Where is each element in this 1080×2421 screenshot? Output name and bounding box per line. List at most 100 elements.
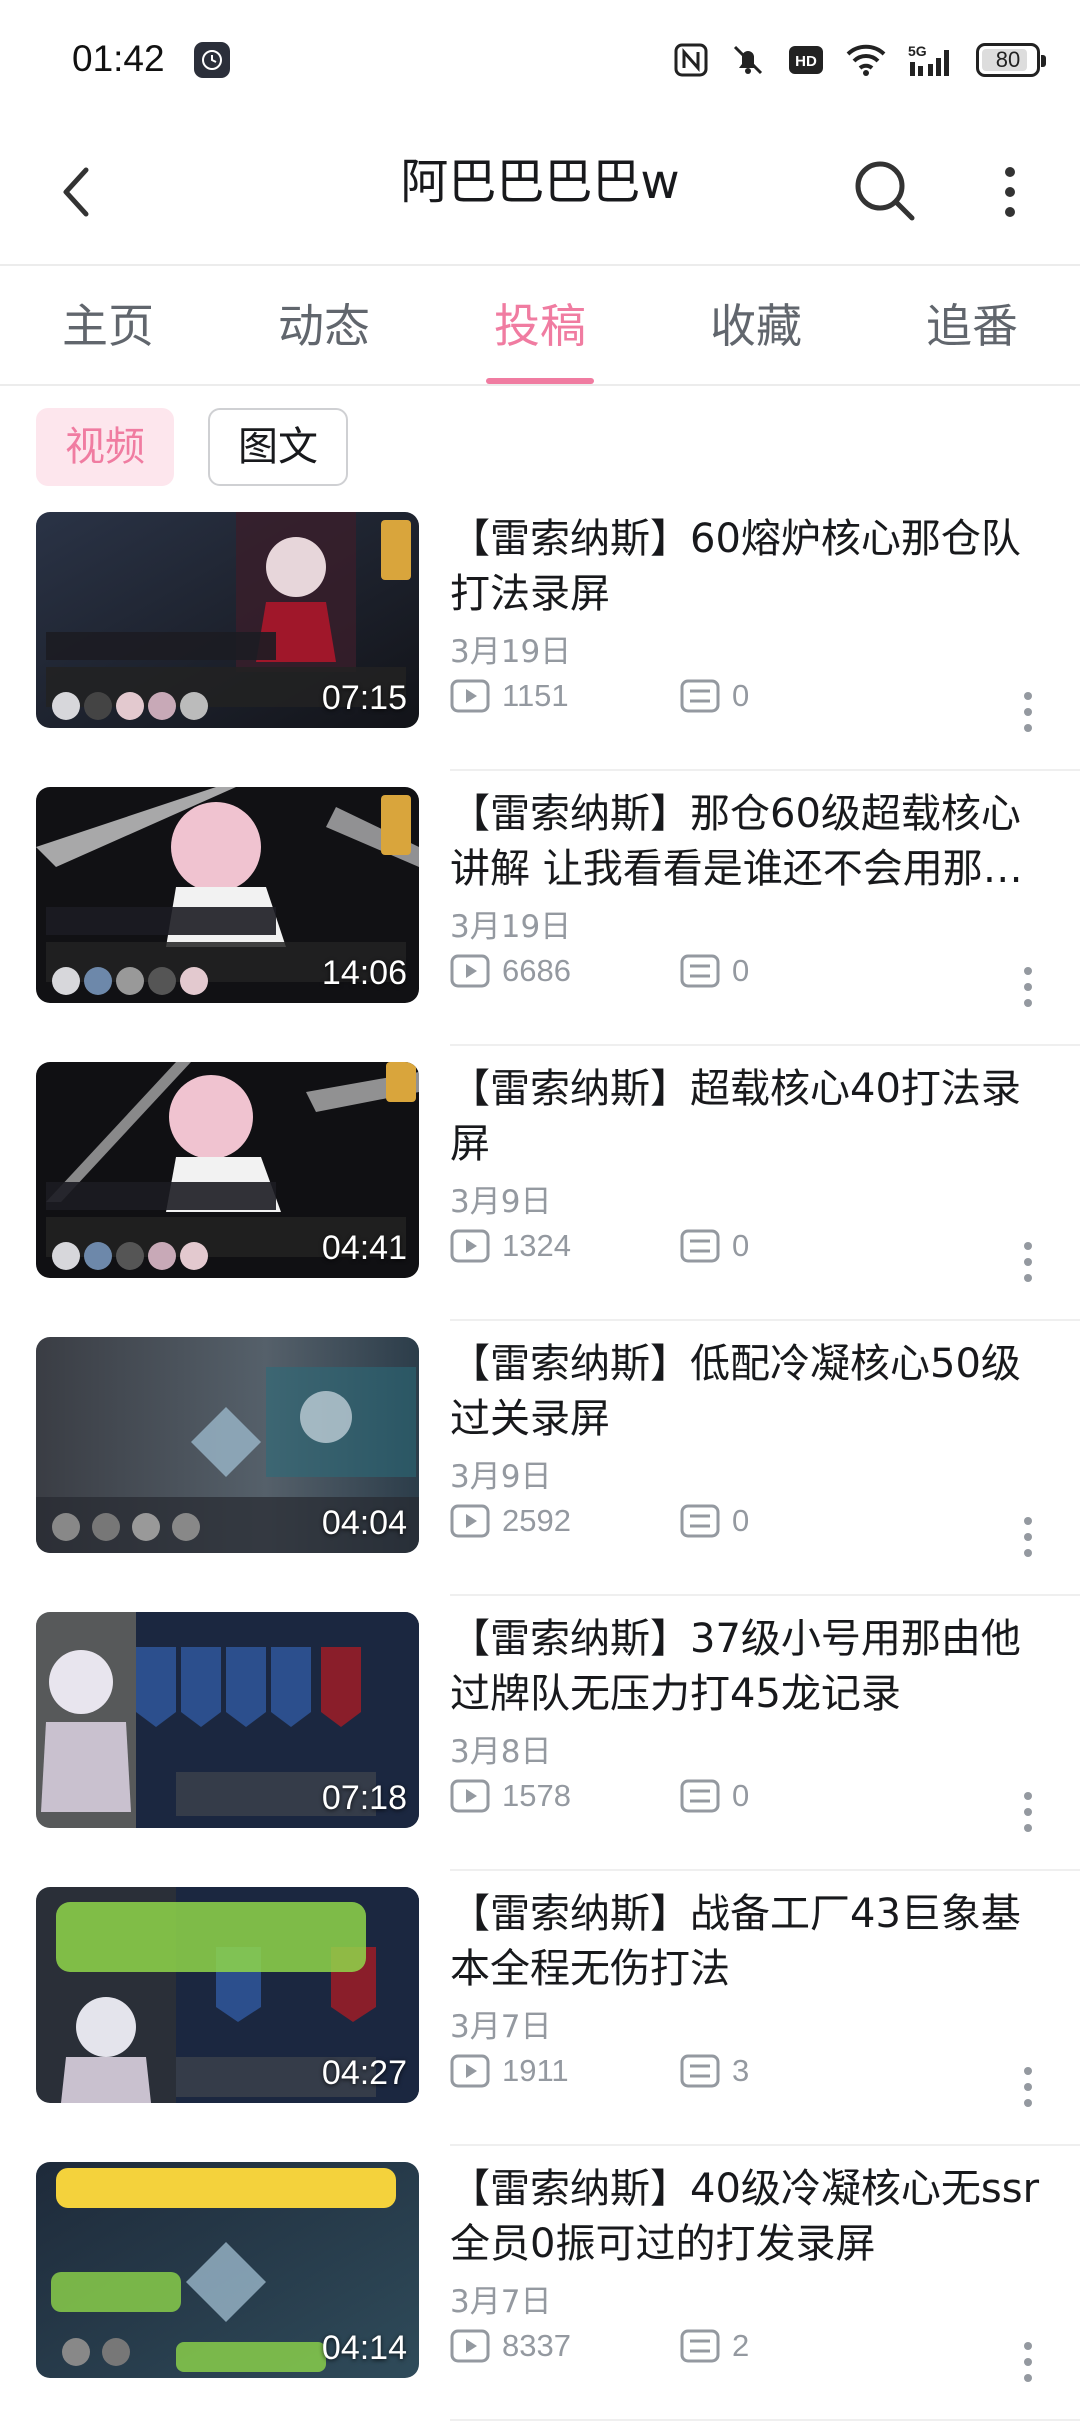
- video-date: 3月8日: [450, 1734, 552, 1770]
- comment-count-icon: [680, 2329, 720, 2363]
- video-duration: 04:04: [321, 1504, 407, 1542]
- play-count: 2592: [450, 1501, 571, 1541]
- video-thumbnail[interactable]: 04:14: [36, 2162, 419, 2378]
- tab-dynamic[interactable]: 动态: [216, 266, 432, 386]
- video-duration: 04:27: [321, 2054, 407, 2092]
- item-more-button[interactable]: [1008, 959, 1048, 1019]
- video-date: 3月19日: [450, 909, 572, 945]
- video-duration: 14:06: [321, 954, 407, 992]
- video-thumbnail[interactable]: 07:15: [36, 512, 419, 728]
- status-time: 01:42: [72, 38, 165, 79]
- video-thumbnail[interactable]: 04:41: [36, 1062, 419, 1278]
- list-item[interactable]: 04:41 【雷索纳斯】超载核心40打法录屏 3月9日 1324 0: [0, 1046, 1080, 1321]
- more-vertical-icon: [1024, 967, 1032, 1007]
- play-count-value: 1578: [502, 1778, 571, 1813]
- content-type-filter: 视频 图文: [0, 386, 1080, 496]
- comment-count: 2: [680, 2326, 749, 2366]
- play-count-icon: [450, 954, 490, 988]
- status-bar: 01:42 HD 5G 80: [0, 0, 1080, 120]
- play-count-icon: [450, 1229, 490, 1263]
- play-count-icon: [450, 1504, 490, 1538]
- video-date: 3月7日: [450, 2284, 552, 2320]
- video-date: 3月19日: [450, 634, 572, 670]
- play-count: 1324: [450, 1226, 571, 1266]
- video-thumbnail[interactable]: 14:06: [36, 787, 419, 1003]
- play-count: 6686: [450, 951, 571, 991]
- tab-bangumi[interactable]: 追番: [864, 266, 1080, 386]
- play-count: 1151: [450, 676, 569, 716]
- comment-count-icon: [680, 2054, 720, 2088]
- item-more-button[interactable]: [1008, 2334, 1048, 2394]
- video-title[interactable]: 【雷索纳斯】60熔炉核心那仓队打法录屏: [450, 512, 1050, 622]
- play-count-value: 1151: [502, 678, 569, 713]
- comment-count: 0: [680, 1776, 749, 1816]
- tab-uploads[interactable]: 投稿: [432, 266, 648, 386]
- video-title[interactable]: 【雷索纳斯】战备工厂43巨象基本全程无伤打法: [450, 1887, 1050, 1997]
- item-more-button[interactable]: [1008, 2059, 1048, 2119]
- video-title[interactable]: 【雷索纳斯】低配冷凝核心50级过关录屏: [450, 1337, 1050, 1447]
- back-button[interactable]: [40, 152, 120, 232]
- tab-home[interactable]: 主页: [0, 266, 216, 386]
- video-date: 3月7日: [450, 2009, 552, 2045]
- comment-count-icon: [680, 954, 720, 988]
- list-item[interactable]: 07:15 【雷索纳斯】60熔炉核心那仓队打法录屏 3月19日 1151 0: [0, 496, 1080, 771]
- video-date: 3月9日: [450, 1459, 552, 1495]
- play-count: 1911: [450, 2051, 569, 2091]
- video-title[interactable]: 【雷索纳斯】37级小号用那由他过牌队无压力打45龙记录: [450, 1612, 1050, 1722]
- top-bar: 阿巴巴巴巴w: [0, 120, 1080, 264]
- comment-count: 3: [680, 2051, 749, 2091]
- comment-count-icon: [680, 1779, 720, 1813]
- list-item[interactable]: 07:18 【雷索纳斯】37级小号用那由他过牌队无压力打45龙记录 3月8日 1…: [0, 1596, 1080, 1871]
- status-icons: HD 5G 80: [674, 38, 1046, 82]
- more-vertical-icon: [1024, 1517, 1032, 1557]
- more-options-button[interactable]: [976, 148, 1044, 236]
- more-vertical-icon: [1024, 1792, 1032, 1832]
- play-count-value: 8337: [502, 2328, 571, 2363]
- more-vertical-icon: [1024, 1242, 1032, 1282]
- active-tab-indicator: [486, 378, 594, 384]
- video-thumbnail[interactable]: 07:18: [36, 1612, 419, 1828]
- more-vertical-icon: [1024, 692, 1032, 732]
- svg-text:HD: HD: [795, 53, 817, 70]
- comment-count: 0: [680, 1226, 749, 1266]
- filter-video-chip[interactable]: 视频: [36, 408, 174, 486]
- video-title[interactable]: 【雷索纳斯】那仓60级超载核心讲解 让我看看是谁还不会用那…: [450, 787, 1050, 897]
- list-item[interactable]: 04:27 【雷索纳斯】战备工厂43巨象基本全程无伤打法 3月7日 1911 3: [0, 1871, 1080, 2146]
- profile-tabs: 主页 动态 投稿 收藏 追番: [0, 264, 1080, 386]
- play-count-value: 6686: [502, 953, 571, 988]
- comment-count-value: 0: [732, 1503, 750, 1538]
- more-vertical-icon: [1024, 2067, 1032, 2107]
- tab-favorites[interactable]: 收藏: [648, 266, 864, 386]
- battery-level: 80: [995, 47, 1021, 72]
- comment-count: 0: [680, 1501, 749, 1541]
- more-vertical-icon: [1005, 167, 1015, 217]
- item-more-button[interactable]: [1008, 1234, 1048, 1294]
- item-more-button[interactable]: [1008, 1509, 1048, 1569]
- search-button[interactable]: [840, 148, 928, 236]
- item-more-button[interactable]: [1008, 684, 1048, 744]
- item-more-button[interactable]: [1008, 1784, 1048, 1844]
- filter-article-chip[interactable]: 图文: [208, 408, 348, 486]
- comment-count-value: 0: [732, 953, 750, 988]
- play-count-icon: [450, 2054, 490, 2088]
- video-title[interactable]: 【雷索纳斯】40级冷凝核心无ssr全员0振可过的打发录屏: [450, 2162, 1050, 2272]
- play-count-icon: [450, 1779, 490, 1813]
- play-count-icon: [450, 2329, 490, 2363]
- comment-count-value: 0: [732, 1228, 750, 1263]
- hd-icon: HD: [789, 46, 823, 74]
- mute-bell-icon: [733, 45, 763, 75]
- comment-count: 0: [680, 676, 749, 716]
- video-thumbnail[interactable]: 04:27: [36, 1887, 419, 2103]
- comment-count-icon: [680, 1229, 720, 1263]
- list-item[interactable]: 04:14 【雷索纳斯】40级冷凝核心无ssr全员0振可过的打发录屏 3月7日 …: [0, 2146, 1080, 2421]
- video-title[interactable]: 【雷索纳斯】超载核心40打法录屏: [450, 1062, 1050, 1172]
- list-item[interactable]: 14:06 【雷索纳斯】那仓60级超载核心讲解 让我看看是谁还不会用那… 3月1…: [0, 771, 1080, 1046]
- comment-count-icon: [680, 1504, 720, 1538]
- list-item[interactable]: 04:04 【雷索纳斯】低配冷凝核心50级过关录屏 3月9日 2592 0: [0, 1321, 1080, 1596]
- video-list: 07:15 【雷索纳斯】60熔炉核心那仓队打法录屏 3月19日 1151 0 1…: [0, 496, 1080, 2421]
- video-duration: 07:18: [321, 1779, 407, 1817]
- video-duration: 04:14: [321, 2329, 407, 2367]
- comment-count-value: 3: [732, 2053, 750, 2088]
- nfc-icon: [674, 43, 708, 77]
- video-thumbnail[interactable]: 04:04: [36, 1337, 419, 1553]
